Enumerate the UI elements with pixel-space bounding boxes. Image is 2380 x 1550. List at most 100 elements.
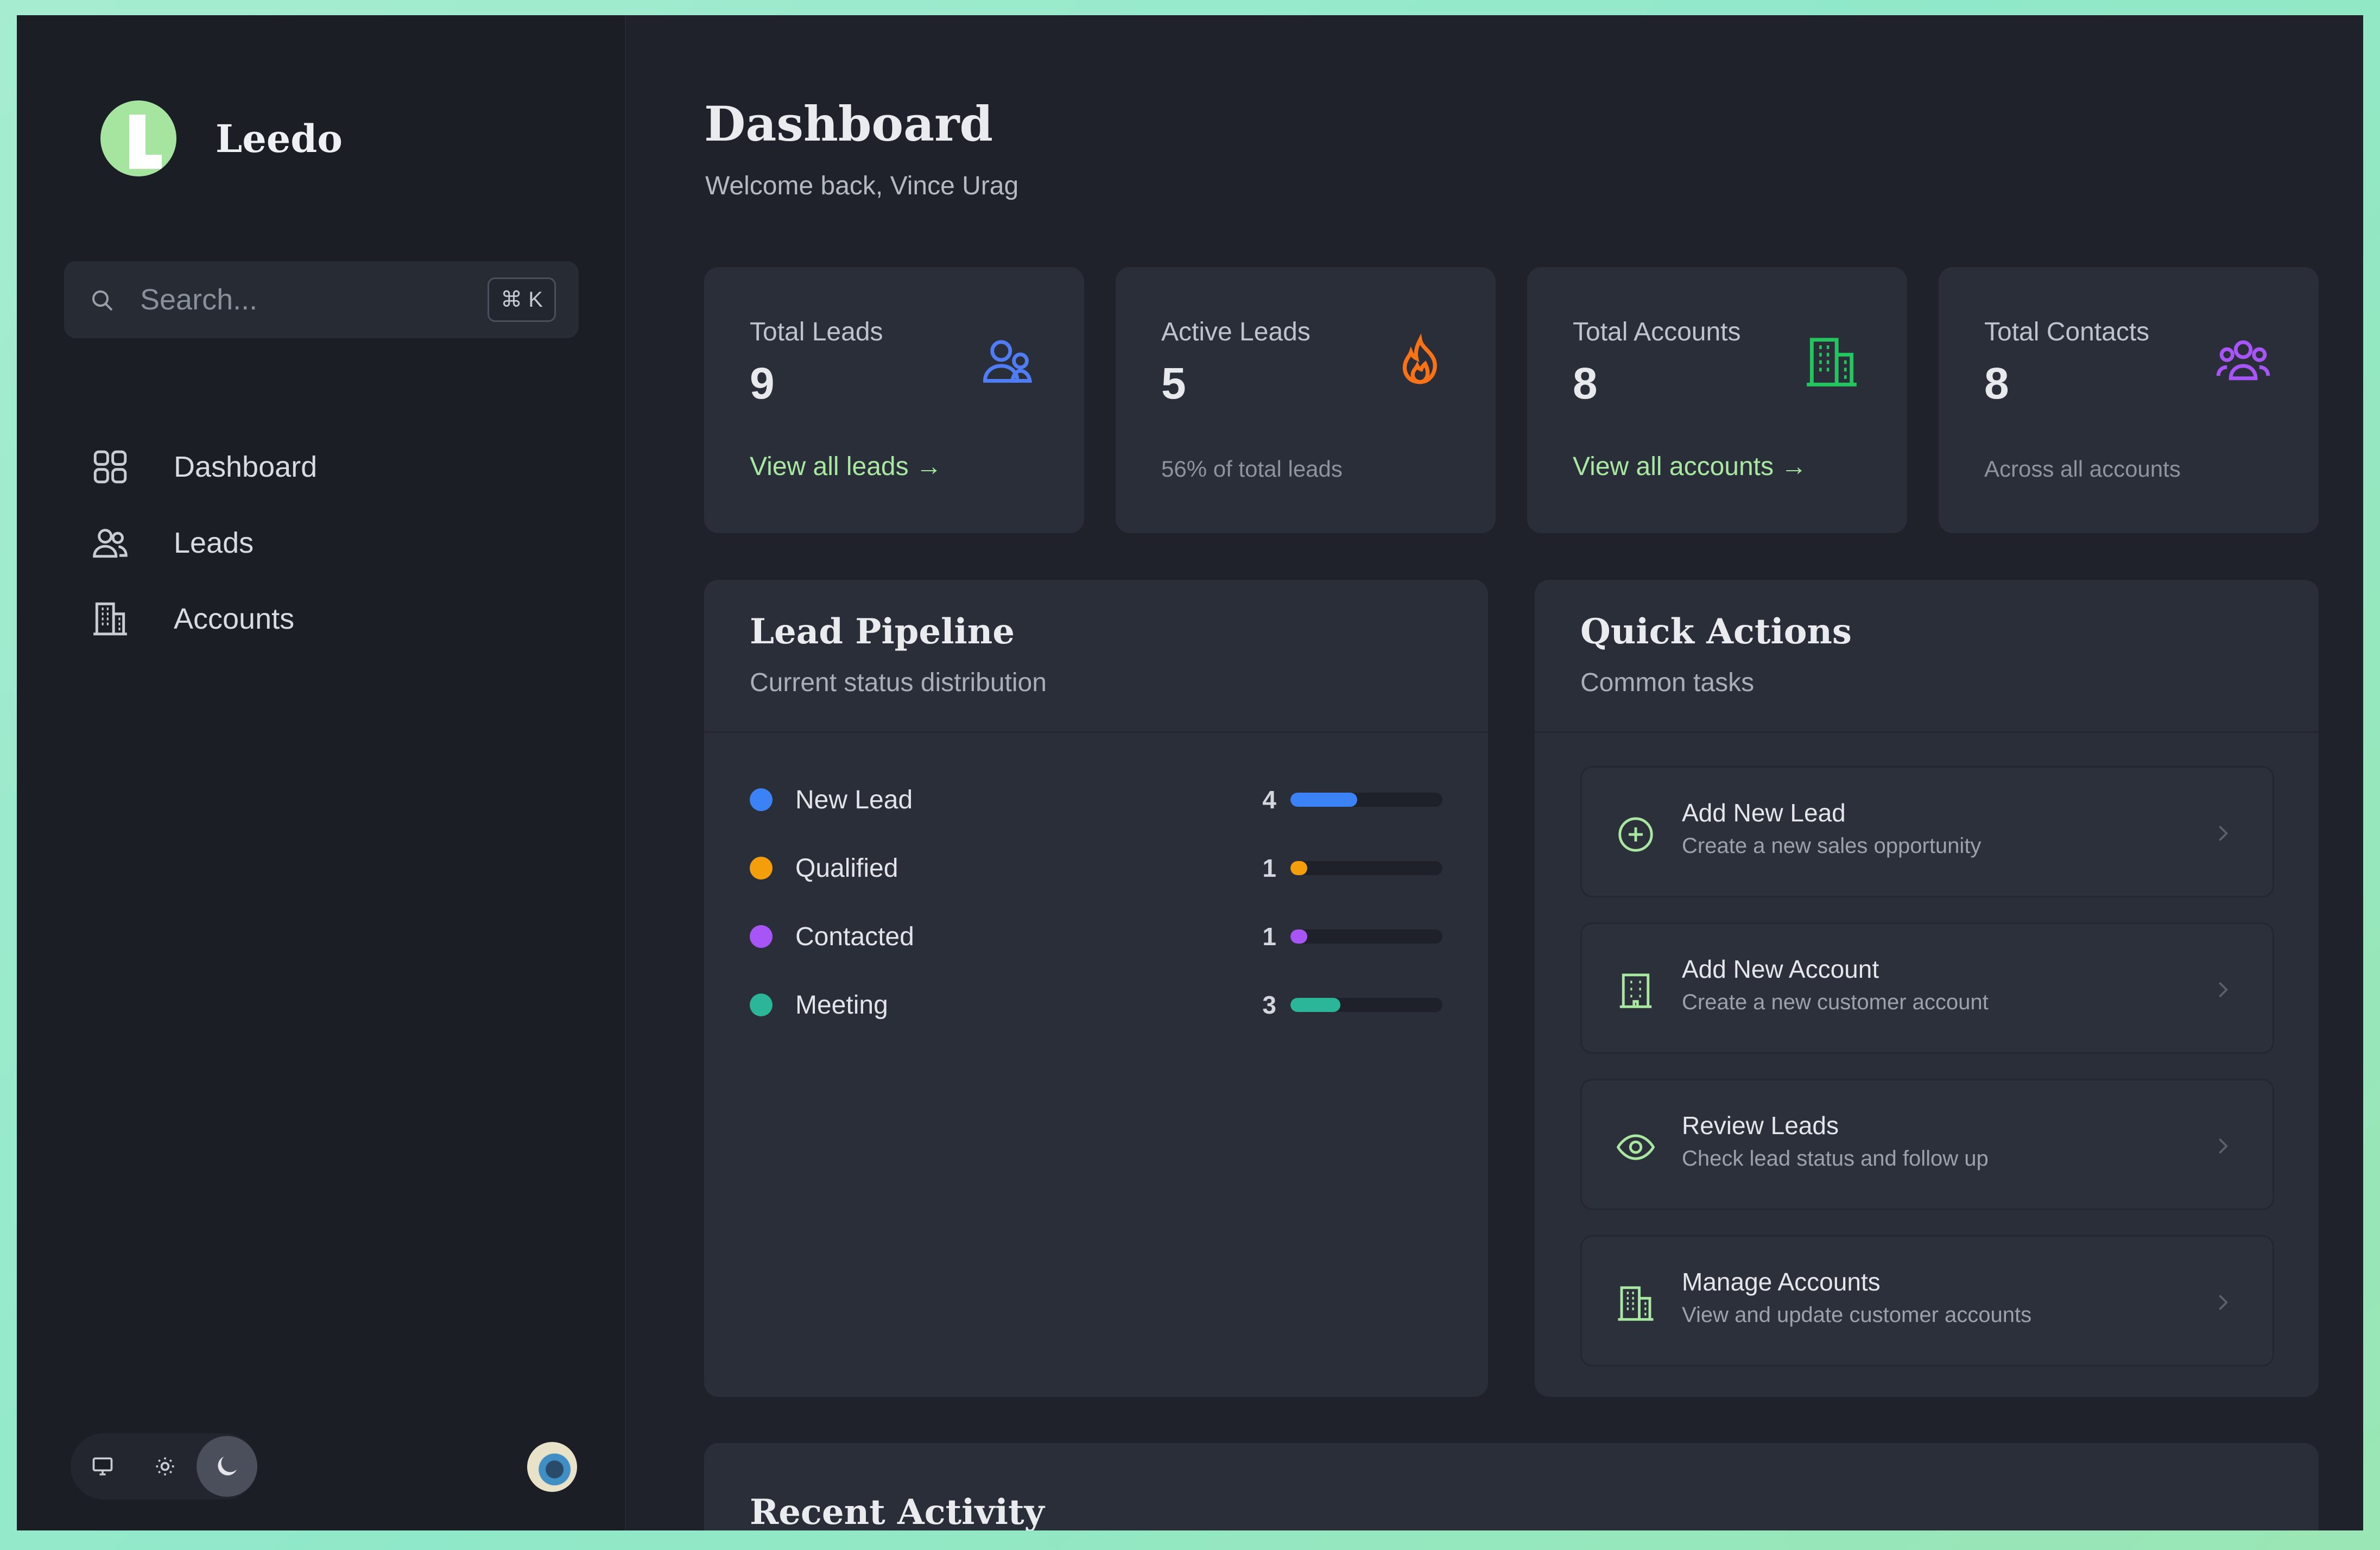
main-content: Dashboard Welcome back, Vince Urag Total… [626, 15, 2363, 1530]
grid-icon [93, 450, 127, 484]
quick-action-title: Add New Lead [1682, 799, 1846, 827]
panel-header: Quick Actions Common tasks [1535, 580, 2319, 733]
chevron-right-icon [2219, 982, 2228, 998]
search-input[interactable]: Search... ⌘ K [64, 261, 579, 338]
search-placeholder: Search... [140, 283, 258, 316]
pipeline-row-meeting: Meeting 3 [750, 983, 1442, 1027]
stat-note: 56% of total leads [1161, 456, 1343, 482]
chevron-right-icon [2219, 1294, 2228, 1311]
chevron-right-icon [2219, 1138, 2228, 1154]
quick-actions-panel: Quick Actions Common tasks Add New Lead … [1535, 580, 2319, 1397]
moon-icon [218, 1457, 237, 1476]
buildings-icon [1618, 1286, 1654, 1321]
add-new-account-button[interactable]: Add New Account Create a new customer ac… [1580, 922, 2274, 1054]
theme-switch [71, 1433, 258, 1500]
sun-icon [156, 1457, 174, 1476]
brand-logo [100, 100, 176, 176]
stat-value: 9 [750, 359, 775, 408]
pipeline-row-contacted: Contacted 1 [750, 915, 1442, 958]
panel-title: Lead Pipeline [750, 611, 1015, 652]
sidebar: Leedo Search... ⌘ K Dashboard Leads Acco… [17, 15, 626, 1530]
pipeline-count: 1 [1262, 922, 1276, 951]
quick-action-desc: Check lead status and follow up [1682, 1147, 1989, 1171]
quick-action-desc: View and update customer accounts [1682, 1303, 2032, 1327]
view-all-accounts-link[interactable]: View all accounts → [1573, 452, 1807, 482]
quick-action-desc: Create a new sales opportunity [1682, 834, 1982, 858]
quick-action-desc: Create a new customer account [1682, 990, 1989, 1014]
pipeline-label: Meeting [795, 990, 888, 1020]
status-dot [750, 857, 773, 880]
flame-icon [1402, 333, 1437, 384]
panel-subtitle: Common tasks [1580, 668, 1755, 697]
review-leads-button[interactable]: Review Leads Check lead status and follo… [1580, 1079, 2274, 1210]
status-dot [750, 925, 773, 948]
brand-name: Leedo [216, 116, 343, 161]
avatar[interactable] [527, 1442, 577, 1492]
manage-accounts-button[interactable]: Manage Accounts View and update customer… [1580, 1235, 2274, 1366]
group-icon [2216, 340, 2270, 381]
sidebar-item-label: Leads [174, 527, 254, 559]
pipeline-count: 4 [1262, 786, 1276, 814]
pipeline-row-qualified: Qualified 1 [750, 846, 1442, 890]
stat-label: Active Leads [1161, 318, 1311, 346]
theme-dark-button[interactable] [197, 1436, 258, 1497]
quick-action-title: Review Leads [1682, 1111, 1839, 1140]
users-icon [93, 529, 128, 558]
brand[interactable]: Leedo [100, 100, 343, 176]
sidebar-item-dashboard[interactable]: Dashboard [90, 429, 317, 505]
status-dot [750, 994, 773, 1016]
theme-system-button[interactable] [72, 1436, 133, 1497]
pipeline-bar-fill [1290, 793, 1358, 807]
recent-activity-panel: Recent Activity [704, 1443, 2319, 1530]
search-shortcut-badge: ⌘ K [488, 277, 556, 322]
users-icon [983, 340, 1032, 383]
pipeline-label: Contacted [795, 922, 914, 951]
pipeline-row-new-lead: New Lead 4 [750, 778, 1442, 821]
page-title: Dashboard [704, 96, 993, 152]
page-subtitle: Welcome back, Vince Urag [705, 172, 1019, 200]
sidebar-item-label: Dashboard [174, 451, 318, 483]
stat-label: Total Contacts [1984, 318, 2150, 346]
pipeline-bar-fill [1290, 929, 1307, 944]
lead-pipeline-panel: Lead Pipeline Current status distributio… [704, 580, 1488, 1397]
stat-value: 8 [1984, 359, 2009, 408]
quick-action-title: Manage Accounts [1682, 1268, 1881, 1296]
sidebar-item-leads[interactable]: Leads [90, 505, 317, 581]
building-icon [93, 602, 127, 636]
pipeline-label: Qualified [795, 853, 898, 883]
chevron-right-icon [2219, 825, 2228, 842]
sidebar-nav: Dashboard Leads Accounts [90, 429, 317, 657]
building-icon [1619, 973, 1652, 1008]
sidebar-item-accounts[interactable]: Accounts [90, 581, 317, 657]
quick-action-title: Add New Account [1682, 955, 1879, 983]
stat-label: Total Leads [750, 318, 883, 346]
stat-value: 8 [1573, 359, 1598, 408]
pipeline-count: 1 [1262, 854, 1276, 882]
pipeline-bar [1290, 929, 1442, 944]
pipeline-bar [1290, 793, 1442, 807]
pipeline-bar-fill [1290, 861, 1307, 875]
stat-card-total-leads: Total Leads 9 View all leads → [704, 267, 1084, 533]
stat-card-total-contacts: Total Contacts 8 Across all accounts [1939, 267, 2319, 533]
add-new-lead-button[interactable]: Add New Lead Create a new sales opportun… [1580, 766, 2274, 897]
stat-value: 5 [1161, 359, 1186, 408]
panel-subtitle: Current status distribution [750, 668, 1047, 697]
panel-title: Recent Activity [750, 1492, 1045, 1530]
app-window: Leedo Search... ⌘ K Dashboard Leads Acco… [17, 15, 2363, 1530]
sidebar-item-label: Accounts [174, 603, 295, 635]
pipeline-bar-fill [1290, 998, 1341, 1012]
stat-card-active-leads: Active Leads 5 56% of total leads [1116, 267, 1496, 533]
stat-label: Total Accounts [1573, 318, 1741, 346]
pipeline-bar [1290, 861, 1442, 875]
panel-header: Lead Pipeline Current status distributio… [704, 580, 1488, 733]
status-dot [750, 788, 773, 811]
panel-title: Quick Actions [1580, 611, 1852, 652]
pipeline-count: 3 [1262, 991, 1276, 1019]
view-all-leads-link[interactable]: View all leads → [750, 452, 942, 482]
search-icon [92, 290, 113, 311]
eye-icon [1616, 1134, 1655, 1160]
building-icon [1807, 338, 1857, 387]
stat-note: Across all accounts [1984, 456, 2181, 482]
pipeline-bar [1290, 998, 1442, 1012]
theme-light-button[interactable] [135, 1436, 195, 1497]
